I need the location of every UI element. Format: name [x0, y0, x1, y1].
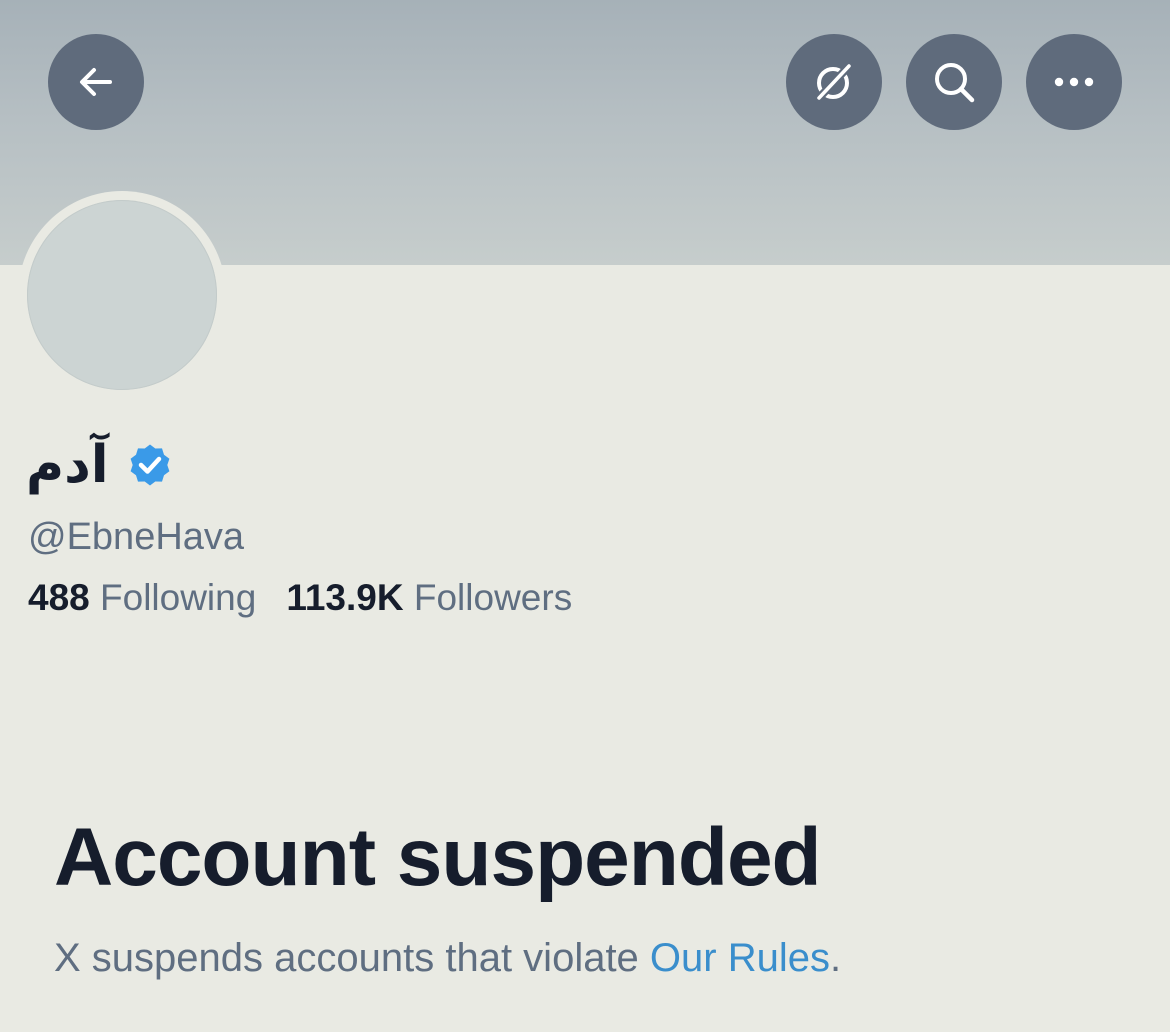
verified-badge-icon[interactable]	[125, 440, 175, 490]
suspended-message-text: X suspends accounts that violate	[54, 936, 650, 980]
suspended-title: Account suspended	[54, 812, 822, 903]
suspended-message-suffix: .	[829, 936, 842, 980]
display-name: آدم	[26, 435, 109, 495]
suspended-message: X suspends accounts that violate Our Rul…	[54, 930, 841, 986]
profile-name-row: آدم	[26, 425, 175, 505]
search-icon	[935, 63, 975, 103]
grok-slash-icon	[814, 61, 854, 103]
followers-count: 113.9K	[286, 577, 404, 618]
following-label: Following	[100, 577, 257, 618]
followers-label: Followers	[413, 577, 573, 618]
grok-button[interactable]	[786, 34, 882, 130]
our-rules-link[interactable]: Our Rules	[650, 936, 830, 980]
more-button[interactable]	[1026, 34, 1122, 130]
followers-stat[interactable]: 113.9K Followers	[286, 573, 572, 623]
follow-stats: 488 Following 113.9K Followers	[28, 573, 572, 623]
following-stat[interactable]: 488 Following	[28, 573, 256, 623]
profile-handle: @EbneHava	[28, 516, 245, 558]
back-arrow-icon	[80, 68, 112, 96]
avatar[interactable]	[27, 200, 217, 390]
back-button[interactable]	[48, 34, 144, 130]
more-dots-icon	[1054, 77, 1094, 87]
following-count: 488	[28, 577, 90, 618]
search-button[interactable]	[906, 34, 1002, 130]
